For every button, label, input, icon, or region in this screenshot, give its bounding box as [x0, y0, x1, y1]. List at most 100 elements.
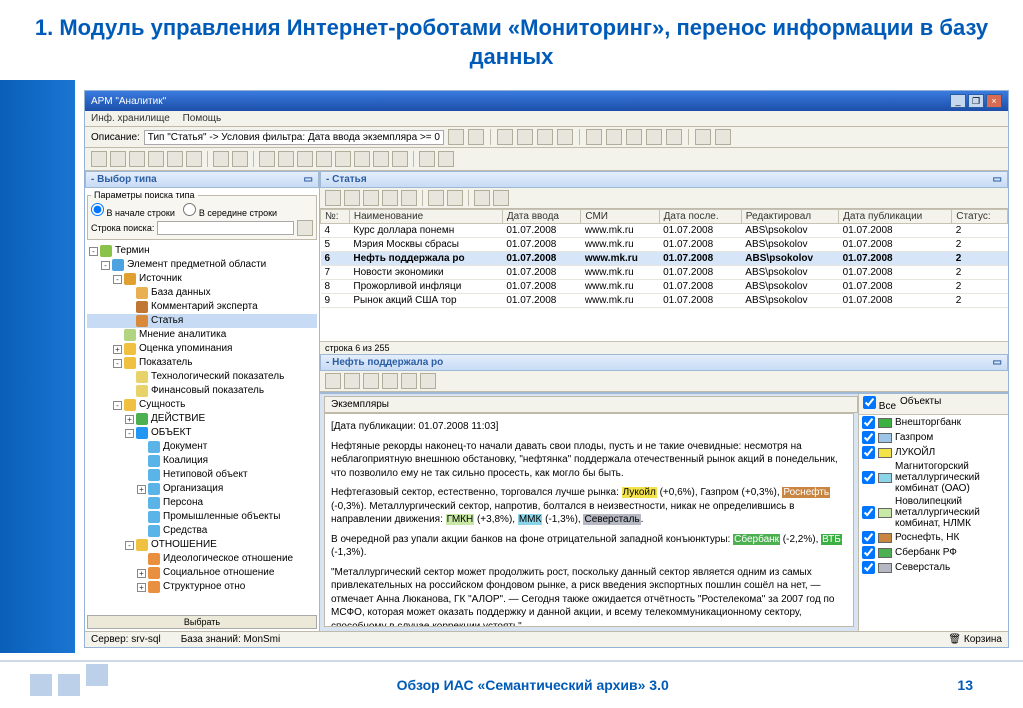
play-prev-icon[interactable] — [606, 129, 622, 145]
object-item[interactable]: ЛУКОЙЛ — [859, 445, 1008, 460]
menu-help[interactable]: Помощь — [183, 113, 222, 124]
tree-node[interactable]: +Организация — [87, 482, 317, 496]
maximize-button[interactable]: ❐ — [968, 94, 984, 108]
tool-icon[interactable] — [186, 151, 202, 167]
tool-icon[interactable] — [110, 151, 126, 167]
tree-node[interactable]: Статья — [87, 314, 317, 328]
table-row[interactable]: 4Курс доллара понемн01.07.2008www.mk.ru0… — [321, 224, 1008, 238]
tab-instances[interactable]: Экземпляры — [324, 396, 858, 413]
grid-col[interactable]: №: — [321, 210, 350, 224]
tool-icon[interactable] — [474, 190, 490, 206]
table-row[interactable]: 5Мэрия Москвы сбрасы01.07.2008www.mk.ru0… — [321, 238, 1008, 252]
object-item[interactable]: Газпром — [859, 430, 1008, 445]
nav-first-icon[interactable] — [497, 129, 513, 145]
objects-all[interactable]: Все — [863, 396, 896, 412]
tree-node[interactable]: -Показатель — [87, 356, 317, 370]
tool-icon[interactable] — [382, 373, 398, 389]
tool-icon[interactable] — [259, 151, 275, 167]
select-button[interactable]: Выбрать — [87, 615, 317, 629]
tool-icon[interactable] — [392, 151, 408, 167]
table-row[interactable]: 7Новости экономики01.07.2008www.mk.ru01.… — [321, 266, 1008, 280]
tool-icon[interactable] — [213, 151, 229, 167]
tool-icon[interactable] — [401, 190, 417, 206]
tool-icon[interactable] — [316, 151, 332, 167]
nav-next-icon[interactable] — [537, 129, 553, 145]
nav-last-icon[interactable] — [557, 129, 573, 145]
tool-icon[interactable] — [428, 190, 444, 206]
table-row[interactable]: 8Прожорливой инфляци01.07.2008www.mk.ru0… — [321, 280, 1008, 294]
play-last-icon[interactable] — [646, 129, 662, 145]
grid-col[interactable]: Статус: — [952, 210, 1008, 224]
tool-icon[interactable] — [278, 151, 294, 167]
tool-icon[interactable] — [325, 373, 341, 389]
tool-icon[interactable] — [129, 151, 145, 167]
table-row[interactable]: 9Рынок акций США тор01.07.2008www.mk.ru0… — [321, 294, 1008, 308]
play-next-icon[interactable] — [626, 129, 642, 145]
object-item[interactable]: Сбербанк РФ — [859, 545, 1008, 560]
tool-icon[interactable] — [363, 190, 379, 206]
tree-node[interactable]: Средства — [87, 524, 317, 538]
tool-icon[interactable] — [373, 151, 389, 167]
tree-node[interactable]: -ОБЪЕКТ — [87, 426, 317, 440]
article-text[interactable]: [Дата публикации: 01.07.2008 11:03] Нефт… — [324, 413, 854, 627]
tool-icon[interactable] — [91, 151, 107, 167]
settings-icon[interactable] — [715, 129, 731, 145]
play-first-icon[interactable] — [586, 129, 602, 145]
radio-middle[interactable]: В середине строки — [183, 208, 277, 218]
tree-node[interactable]: Нетиповой объект — [87, 468, 317, 482]
tool-icon[interactable] — [297, 151, 313, 167]
collapse-icon[interactable]: ▭ — [304, 174, 313, 185]
tree-node[interactable]: +Оценка упоминания — [87, 342, 317, 356]
radio-start[interactable]: В начале строки — [91, 208, 175, 218]
search-go-icon[interactable] — [297, 220, 313, 236]
tree-node[interactable]: -Термин — [87, 244, 317, 258]
tool-icon[interactable] — [344, 373, 360, 389]
tree-node[interactable]: +Структурное отно — [87, 580, 317, 594]
tool-icon[interactable] — [419, 151, 435, 167]
tool-icon[interactable] — [325, 190, 341, 206]
object-item[interactable]: Магнитогорский металлургический комбинат… — [859, 460, 1008, 495]
minimize-button[interactable]: _ — [950, 94, 966, 108]
tool-icon[interactable] — [401, 373, 417, 389]
search-input[interactable] — [157, 221, 294, 235]
filter-add-icon[interactable] — [468, 129, 484, 145]
type-tree[interactable]: -Термин-Элемент предметной области-Источ… — [85, 242, 319, 613]
tree-node[interactable]: -Сущность — [87, 398, 317, 412]
add-icon[interactable] — [666, 129, 682, 145]
tool-icon[interactable] — [232, 151, 248, 167]
tool-icon[interactable] — [420, 373, 436, 389]
tree-node[interactable]: +Социальное отношение — [87, 566, 317, 580]
tree-node[interactable]: -ОТНОШЕНИЕ — [87, 538, 317, 552]
tool-icon[interactable] — [493, 190, 509, 206]
tree-node[interactable]: Документ — [87, 440, 317, 454]
export-icon[interactable] — [695, 129, 711, 145]
tool-icon[interactable] — [335, 151, 351, 167]
tree-node[interactable]: -Элемент предметной области — [87, 258, 317, 272]
tool-icon[interactable] — [354, 151, 370, 167]
tree-node[interactable]: Идеологическое отношение — [87, 552, 317, 566]
tree-node[interactable]: -Источник — [87, 272, 317, 286]
tree-node[interactable]: Комментарий эксперта — [87, 300, 317, 314]
grid-col[interactable]: Дата публикации — [839, 210, 952, 224]
grid-col[interactable]: Наименование — [349, 210, 502, 224]
tool-icon[interactable] — [447, 190, 463, 206]
filter-icon[interactable] — [448, 129, 464, 145]
tree-node[interactable]: Мнение аналитика — [87, 328, 317, 342]
data-grid[interactable]: №:НаименованиеДата вводаСМИДата после.Ре… — [320, 209, 1008, 341]
object-item[interactable]: Северсталь — [859, 560, 1008, 575]
grid-col[interactable]: СМИ — [581, 210, 659, 224]
object-item[interactable]: Новолипецкий металлургический комбинат, … — [859, 495, 1008, 530]
tree-node[interactable]: Технологический показатель — [87, 370, 317, 384]
object-item[interactable]: Роснефть, НК — [859, 530, 1008, 545]
tree-node[interactable]: Персона — [87, 496, 317, 510]
tree-node[interactable]: Коалиция — [87, 454, 317, 468]
grid-col[interactable]: Дата ввода — [502, 210, 581, 224]
tool-icon[interactable] — [148, 151, 164, 167]
grid-col[interactable]: Редактировал — [741, 210, 838, 224]
table-row[interactable]: 6Нефть поддержала ро01.07.2008www.mk.ru0… — [321, 252, 1008, 266]
basket[interactable]: 🗑 Корзина — [948, 634, 1002, 645]
tool-icon[interactable] — [344, 190, 360, 206]
tool-icon[interactable] — [167, 151, 183, 167]
tree-node[interactable]: +ДЕЙСТВИЕ — [87, 412, 317, 426]
tree-node[interactable]: База данных — [87, 286, 317, 300]
